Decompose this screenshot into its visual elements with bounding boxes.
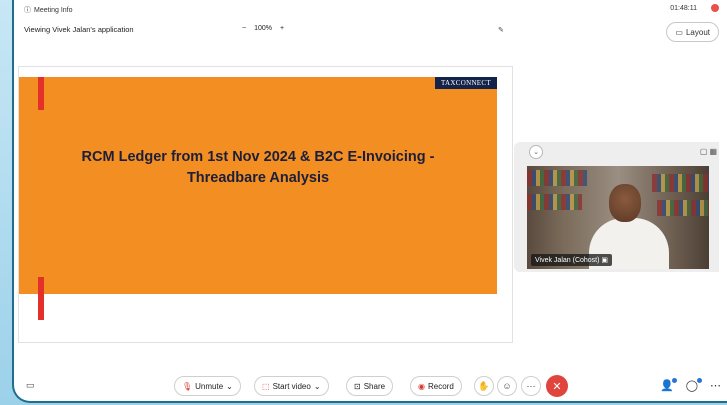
annotate-icon[interactable]: ✎ [498, 26, 504, 34]
meeting-info-label: Meeting Info [34, 6, 73, 14]
unmute-button[interactable]: 🎙 Unmute ⌄ [174, 376, 241, 396]
layout-label: Layout [685, 27, 710, 37]
start-video-label: Start video [272, 381, 311, 391]
start-video-button[interactable]: ⬚ Start video ⌄ [254, 376, 329, 396]
chevron-down-icon[interactable]: ⌄ [226, 382, 233, 391]
taxconnect-logo: TAXCONNECT [435, 77, 497, 89]
cohost-badge-icon: ▣ [601, 257, 609, 264]
bookshelf-left [527, 170, 587, 186]
info-icon: ⓘ [24, 7, 31, 14]
zoom-controls: − 100% + [242, 25, 284, 32]
presentation-slide: TAXCONNECT RCM Ledger from 1st Nov 2024 … [19, 77, 497, 320]
bookshelf-right-2 [657, 200, 709, 216]
slide-title-line1: RCM Ledger from 1st Nov 2024 & B2C E-Inv… [81, 149, 435, 165]
viewing-label: Viewing Vivek Jalan's application [24, 25, 134, 34]
mic-muted-icon: 🎙 [182, 381, 193, 391]
unmute-label: Unmute [195, 381, 224, 391]
bookshelf-left-2 [527, 194, 582, 210]
slide-title: RCM Ledger from 1st Nov 2024 & B2C E-Inv… [19, 147, 497, 189]
slide-accent-top [38, 77, 44, 110]
participants-notification-icon [671, 378, 677, 383]
chat-notification-icon [697, 378, 702, 383]
recording-indicator-icon [711, 4, 719, 12]
meeting-window: ⓘ Meeting Info 01:48:11 Viewing Vivek Ja… [12, 0, 727, 403]
chat-icon[interactable]: ▭ [26, 380, 35, 391]
raise-hand-icon[interactable]: ✋ [474, 376, 494, 396]
slide-title-line2: Threadbare Analysis [186, 170, 330, 186]
slide-accent-bottom [38, 277, 44, 320]
video-off-icon: ⬚ [262, 381, 270, 391]
participant-head [609, 184, 641, 222]
record-icon: ◉ [418, 381, 425, 391]
view-toggle[interactable]: ▢ ▦ [700, 147, 717, 156]
right-controls: 👤 ◯ ⋯ [660, 378, 721, 392]
participants-icon[interactable]: 👤 [660, 378, 677, 392]
layout-button[interactable]: ▭ Layout [666, 22, 719, 42]
chevron-down-icon[interactable]: ⌄ [314, 382, 321, 391]
single-view-icon[interactable]: ▢ [700, 147, 708, 156]
grid-view-icon[interactable]: ▦ [709, 147, 717, 156]
collapse-panel-icon[interactable]: ⌄ [529, 145, 543, 159]
more-options-icon[interactable]: ⋯ [521, 376, 541, 396]
more-menu-icon[interactable]: ⋯ [710, 379, 721, 392]
zoom-out-button[interactable]: − [242, 25, 246, 32]
meeting-info[interactable]: ⓘ Meeting Info [24, 5, 73, 15]
share-label: Share [363, 381, 386, 391]
participant-name-tag: Vivek Jalan (Cohost) ▣ [531, 254, 613, 266]
meeting-timer: 01:48:11 [670, 5, 697, 12]
participant-video[interactable]: Vivek Jalan (Cohost) ▣ [527, 166, 709, 269]
zoom-level: 100% [254, 25, 272, 32]
share-icon: ⊡ [354, 381, 361, 391]
zoom-in-button[interactable]: + [280, 25, 284, 32]
layout-icon: ▭ [675, 27, 683, 37]
reactions-icon[interactable]: ☺ [497, 376, 517, 396]
participant-name: Vivek Jalan (Cohost) [535, 257, 600, 264]
end-call-icon[interactable]: ✕ [546, 375, 568, 397]
record-button[interactable]: ◉ Record [410, 376, 462, 396]
control-bar: ▭ 🎙 Unmute ⌄ ⬚ Start video ⌄ ⊡ Share ◉ R… [14, 375, 727, 400]
record-label: Record [427, 381, 454, 391]
bookshelf-right [652, 174, 709, 192]
chat-bubble-icon[interactable]: ◯ [686, 378, 702, 392]
share-button[interactable]: ⊡ Share [346, 376, 394, 396]
shared-screen: TAXCONNECT RCM Ledger from 1st Nov 2024 … [18, 66, 513, 343]
